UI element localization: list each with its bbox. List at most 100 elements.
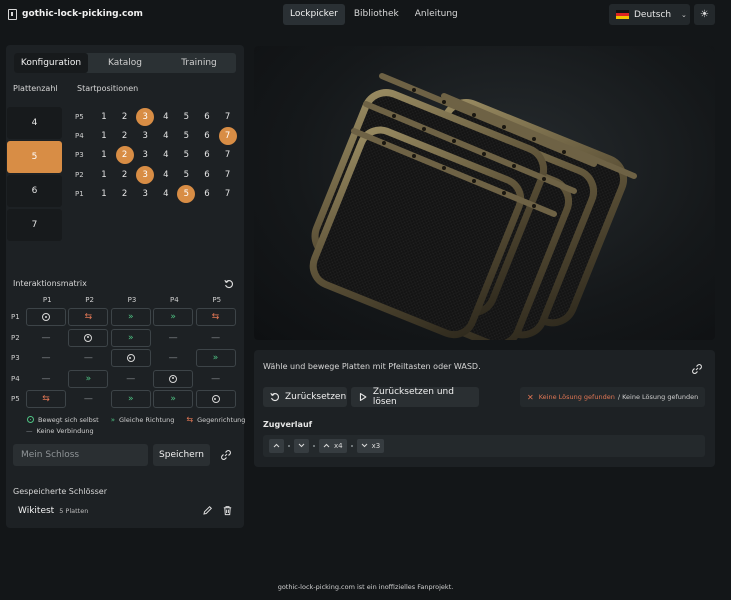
position-option[interactable]: 1 bbox=[95, 127, 113, 145]
plate-count-option[interactable]: 6 bbox=[7, 175, 62, 207]
nav-anleitung[interactable]: Anleitung bbox=[408, 4, 465, 25]
copy-link-icon[interactable] bbox=[691, 363, 703, 375]
plate-count-option[interactable]: 7 bbox=[7, 209, 62, 241]
position-option[interactable]: 1 bbox=[95, 108, 113, 126]
matrix-cell[interactable]: — bbox=[26, 349, 66, 367]
position-option[interactable]: 4 bbox=[157, 108, 175, 126]
position-row-label: P1 bbox=[75, 190, 84, 199]
saved-locks-title: Gespeicherte Schlösser bbox=[13, 487, 108, 496]
matrix-cell[interactable]: — bbox=[153, 349, 193, 367]
saved-lock-item[interactable]: Wikitest 5 Platten bbox=[13, 503, 238, 519]
position-option[interactable]: 7 bbox=[219, 108, 237, 126]
site-title[interactable]: gothic-lock-picking.com bbox=[22, 9, 143, 19]
matrix-cell[interactable] bbox=[68, 328, 109, 347]
position-option[interactable]: 4 bbox=[157, 166, 175, 184]
tab-katalog[interactable]: Katalog bbox=[88, 53, 162, 73]
position-option[interactable]: 3 bbox=[136, 146, 154, 164]
matrix-cell[interactable]: — bbox=[196, 370, 236, 388]
share-link-icon[interactable] bbox=[220, 449, 232, 461]
language-select[interactable]: Deutsch ⌄ bbox=[609, 4, 690, 25]
position-option[interactable]: 6 bbox=[198, 108, 216, 126]
position-option[interactable]: 1 bbox=[95, 166, 113, 184]
matrix-cell[interactable]: » bbox=[68, 369, 109, 388]
position-option[interactable]: 1 bbox=[95, 185, 113, 203]
matrix-row: P3 — — — » bbox=[11, 348, 238, 369]
lock-3d-viewer[interactable] bbox=[254, 46, 715, 340]
position-option[interactable]: 6 bbox=[198, 166, 216, 184]
history-move[interactable] bbox=[269, 439, 284, 453]
matrix-cell[interactable]: » bbox=[153, 390, 194, 409]
position-option[interactable]: 3 bbox=[136, 165, 155, 184]
matrix-cell[interactable]: — bbox=[68, 349, 108, 367]
position-option[interactable]: 7 bbox=[219, 185, 237, 203]
position-option[interactable]: 1 bbox=[95, 146, 113, 164]
legend-none: Keine Verbindung bbox=[36, 426, 94, 435]
matrix-cell[interactable] bbox=[110, 349, 151, 368]
position-option[interactable]: 4 bbox=[157, 146, 175, 164]
move-history: x4 x3 bbox=[263, 435, 705, 457]
position-option[interactable]: 5 bbox=[177, 127, 195, 145]
plate-count-option[interactable]: 4 bbox=[7, 107, 62, 139]
reset-button[interactable]: Zurücksetzen bbox=[263, 387, 347, 407]
matrix-cell[interactable]: ⇆ bbox=[68, 308, 109, 327]
position-option[interactable]: 4 bbox=[157, 185, 175, 203]
trash-icon[interactable] bbox=[222, 505, 233, 516]
lock-name-input[interactable] bbox=[13, 444, 148, 466]
history-move[interactable]: x4 bbox=[319, 439, 347, 453]
position-option[interactable]: 5 bbox=[177, 146, 195, 164]
matrix-cell[interactable]: — bbox=[196, 329, 236, 347]
history-move[interactable]: x3 bbox=[356, 439, 385, 453]
matrix-cell[interactable]: — bbox=[111, 370, 151, 388]
position-option[interactable]: 2 bbox=[116, 127, 134, 145]
position-option[interactable]: 3 bbox=[136, 107, 155, 126]
moves-self-icon bbox=[84, 333, 93, 342]
nav-lockpicker[interactable]: Lockpicker bbox=[283, 4, 345, 25]
plate-count-option[interactable]: 5 bbox=[7, 141, 62, 173]
matrix-cell[interactable]: ⇆ bbox=[26, 390, 66, 409]
position-option[interactable]: 6 bbox=[198, 146, 216, 164]
edit-icon[interactable] bbox=[202, 505, 213, 516]
opposite-direction-icon: ⇆ bbox=[186, 415, 194, 424]
matrix-cell[interactable]: — bbox=[153, 329, 193, 347]
history-count: x3 bbox=[371, 442, 381, 450]
position-option[interactable]: 6 bbox=[198, 185, 216, 203]
position-option[interactable]: 5 bbox=[177, 108, 195, 126]
position-option[interactable]: 2 bbox=[116, 185, 134, 203]
matrix-cell[interactable]: — bbox=[26, 370, 66, 388]
matrix-legend: Bewegt sich selbst » Gleiche Richtung ⇆ … bbox=[26, 414, 246, 436]
matrix-cell[interactable]: — bbox=[26, 329, 66, 347]
matrix-cell[interactable] bbox=[26, 308, 66, 327]
theme-toggle-button[interactable]: ☀ bbox=[694, 4, 715, 25]
matrix-cell[interactable]: — bbox=[68, 390, 108, 408]
position-option[interactable]: 5 bbox=[177, 166, 195, 184]
matrix-cell[interactable]: ⇆ bbox=[195, 308, 236, 327]
tab-konfiguration[interactable]: Konfiguration bbox=[14, 53, 88, 73]
reset-matrix-icon[interactable] bbox=[224, 279, 234, 289]
position-option[interactable]: 2 bbox=[116, 166, 134, 184]
position-option[interactable]: 6 bbox=[198, 127, 216, 145]
legend-opp: Gegenrichtung bbox=[197, 415, 246, 424]
nav-bibliothek[interactable]: Bibliothek bbox=[347, 4, 406, 25]
save-button[interactable]: Speichern bbox=[153, 444, 210, 466]
position-option[interactable]: 2 bbox=[116, 108, 134, 126]
matrix-cell[interactable] bbox=[153, 369, 194, 388]
position-option[interactable]: 3 bbox=[136, 127, 154, 145]
matrix-cell[interactable]: » bbox=[195, 349, 236, 368]
position-option[interactable]: 7 bbox=[218, 127, 237, 146]
matrix-cell[interactable]: » bbox=[110, 390, 151, 409]
matrix-cell[interactable]: » bbox=[110, 328, 151, 347]
position-option[interactable]: 2 bbox=[115, 146, 134, 165]
reset-solve-button[interactable]: Zurücksetzen und lösen bbox=[351, 387, 479, 407]
position-option[interactable]: 5 bbox=[177, 185, 196, 204]
matrix-cell[interactable]: » bbox=[110, 308, 151, 327]
position-option[interactable]: 4 bbox=[157, 127, 175, 145]
history-move[interactable] bbox=[294, 439, 309, 453]
matrix-cell[interactable] bbox=[195, 390, 236, 409]
start-position-grid: P5 1 2 3 4 5 6 7 P4 1 2 3 4 5 6 7 P3 1 2 3 4 5 6 7 P2 1 2 3 4 5 6 7 P1 1 2… bbox=[75, 107, 239, 204]
position-option[interactable]: 7 bbox=[219, 166, 237, 184]
position-option[interactable]: 3 bbox=[136, 185, 154, 203]
tab-training[interactable]: Training bbox=[162, 53, 236, 73]
position-option[interactable]: 7 bbox=[219, 146, 237, 164]
matrix-cell[interactable]: » bbox=[153, 308, 194, 327]
moves-self-icon bbox=[211, 395, 220, 404]
